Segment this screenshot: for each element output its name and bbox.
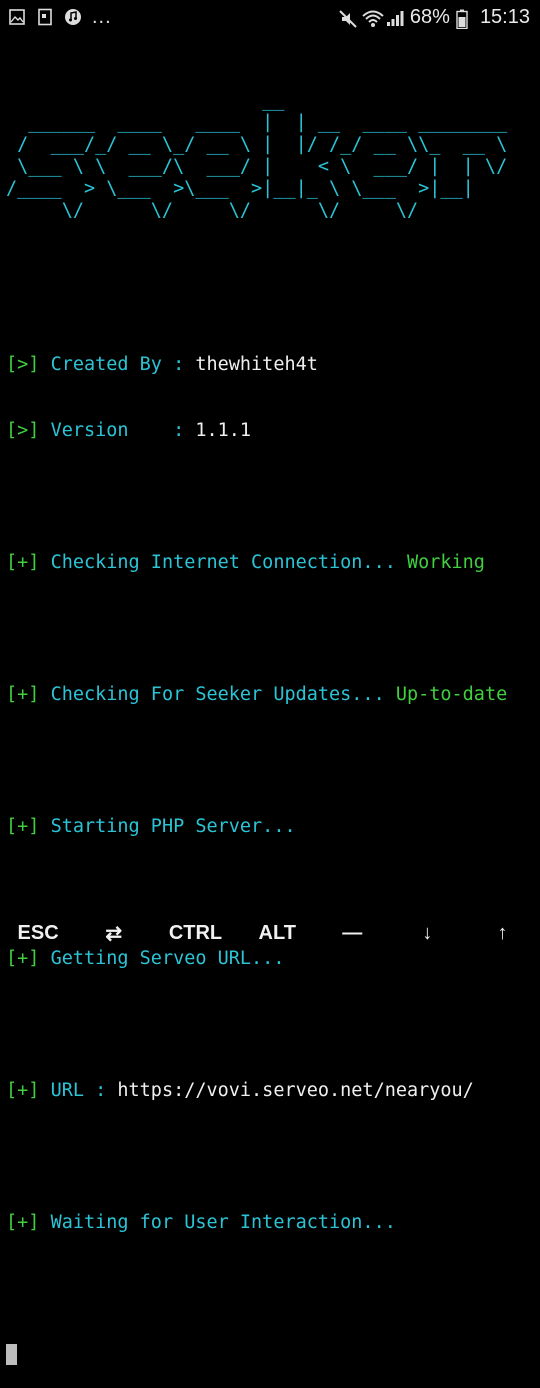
line-value: Working: [406, 552, 485, 573]
arrow-down-key[interactable]: ↓: [407, 922, 447, 945]
battery-percent: 68%: [409, 6, 450, 28]
line-prefix: [>]: [6, 354, 51, 375]
arrow-up-key[interactable]: ↑: [482, 922, 522, 945]
status-bar: ... 68% 15:13: [0, 0, 540, 38]
line-prefix: [+]: [6, 1080, 51, 1101]
dash-key[interactable]: —: [332, 922, 372, 945]
status-left: ...: [8, 6, 112, 28]
battery-icon: [456, 9, 474, 29]
output-line-url: [+] URL : https://vovi.serveo.net/nearyo…: [6, 1080, 536, 1102]
mute-icon: [338, 9, 357, 28]
sim-card-icon: [36, 8, 54, 26]
line-prefix: [+]: [6, 684, 51, 705]
line-prefix: [>]: [6, 420, 51, 441]
line-prefix: [+]: [6, 816, 51, 837]
terminal-output[interactable]: __ ______ ____ ____ | | __ ____ ________…: [6, 46, 536, 1388]
line-label: URL :: [50, 1080, 118, 1101]
gallery-icon: [8, 8, 26, 26]
line-value: Up-to-date: [395, 684, 508, 705]
extra-keys-bar: ESC ⇄ CTRL ALT — ↓ ↑: [0, 910, 540, 956]
line-label: Waiting for User Interaction...: [50, 1212, 396, 1233]
output-line-created-by: [>] Created By : thewhiteh4t: [6, 354, 536, 376]
terminal-cursor[interactable]: [6, 1344, 17, 1365]
line-value: 1.1.1: [195, 420, 252, 441]
line-label: Checking For Seeker Updates...: [50, 684, 396, 705]
more-notifications: ...: [92, 6, 112, 28]
line-label: Checking Internet Connection...: [50, 552, 407, 573]
output-line-waiting: [+] Waiting for User Interaction...: [6, 1212, 536, 1234]
line-value: thewhiteh4t: [195, 354, 318, 375]
clock: 15:13: [479, 6, 530, 28]
line-label: Starting PHP Server...: [50, 816, 296, 837]
url-link[interactable]: https://vovi.serveo.net/nearyou/: [117, 1080, 473, 1101]
wifi-icon: [362, 9, 384, 27]
ctrl-key[interactable]: CTRL: [169, 922, 222, 945]
status-right: 68% 15:13: [338, 6, 530, 29]
signal-icon: [386, 9, 404, 27]
esc-key[interactable]: ESC: [18, 922, 59, 945]
line-label: Created By :: [50, 354, 196, 375]
line-prefix: [+]: [6, 1212, 51, 1233]
music-icon: [64, 8, 82, 26]
line-prefix: [+]: [6, 552, 51, 573]
alt-key[interactable]: ALT: [257, 922, 297, 945]
output-line-version: [>] Version : 1.1.1: [6, 420, 536, 442]
output-line-php-server: [+] Starting PHP Server...: [6, 816, 536, 838]
output-line-update-check: [+] Checking For Seeker Updates... Up-to…: [6, 684, 536, 706]
tab-key[interactable]: ⇄: [94, 921, 134, 946]
output-line-internet-check: [+] Checking Internet Connection... Work…: [6, 552, 536, 574]
seeker-ascii-banner: __ ______ ____ ____ | | __ ____ ________…: [6, 90, 508, 221]
line-label: Version :: [50, 420, 196, 441]
